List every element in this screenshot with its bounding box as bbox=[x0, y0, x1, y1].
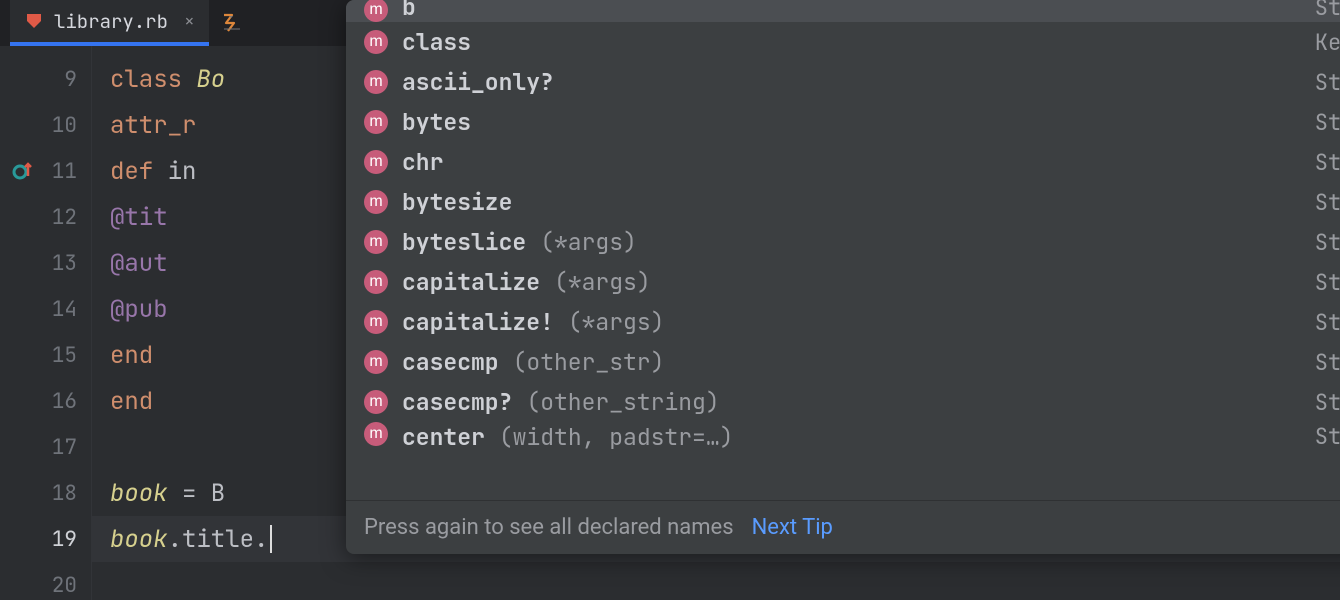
close-icon[interactable]: × bbox=[184, 10, 195, 33]
completion-item[interactable]: mchr String bbox=[346, 142, 1340, 182]
completion-args: (other_string) bbox=[526, 387, 719, 417]
completion-item[interactable]: mcenter (width, padstr=…) String bbox=[346, 422, 1340, 450]
gutter-line: 12 bbox=[0, 194, 91, 240]
completion-item[interactable]: m capitalize! (*args) String bbox=[346, 302, 1340, 342]
editor: 91011121314151617181920 mbStringmclassKe… bbox=[0, 46, 1340, 600]
completion-name: class bbox=[402, 27, 471, 57]
method-icon: m bbox=[364, 230, 388, 254]
completion-args: (*args) bbox=[568, 307, 665, 337]
gutter-line: 14 bbox=[0, 286, 91, 332]
completion-origin: String bbox=[1315, 388, 1340, 417]
method-icon: m bbox=[364, 270, 388, 294]
completion-origin: Kernel bbox=[1315, 28, 1340, 57]
completion-item[interactable]: mclass Kernel bbox=[346, 22, 1340, 62]
gutter-line: 19 bbox=[0, 516, 91, 562]
method-icon: m bbox=[364, 150, 388, 174]
completion-name: bytes bbox=[402, 107, 471, 137]
method-icon: m bbox=[364, 390, 388, 414]
completion-popup: mbStringmclassKernelmascii_only?Stringmb… bbox=[346, 0, 1340, 554]
method-icon: m bbox=[364, 0, 388, 22]
completion-hint: Press again to see all declared names bbox=[364, 515, 734, 540]
gutter-line: 9 bbox=[0, 56, 91, 102]
completion-name: casecmp? bbox=[402, 387, 512, 417]
completion-footer: Press again to see all declared names Ne… bbox=[346, 500, 1340, 554]
completion-origin: String bbox=[1315, 422, 1340, 450]
method-icon: m bbox=[364, 190, 388, 214]
completion-origin: String bbox=[1315, 188, 1340, 217]
completion-name: ascii_only? bbox=[402, 67, 554, 97]
method-icon: m bbox=[364, 110, 388, 134]
gutter-line: 18 bbox=[0, 470, 91, 516]
completion-origin: String bbox=[1315, 348, 1340, 377]
gutter-line: 10 bbox=[0, 102, 91, 148]
completion-name: chr bbox=[402, 147, 443, 177]
completion-item[interactable]: mb String bbox=[346, 0, 1340, 22]
gutter-line: 17 bbox=[0, 424, 91, 470]
completion-origin: String bbox=[1315, 268, 1340, 297]
code-area[interactable]: mbStringmclassKernelmascii_only?Stringmb… bbox=[92, 46, 1340, 600]
gutter-line: 16 bbox=[0, 378, 91, 424]
method-icon: m bbox=[364, 422, 388, 446]
tab-dropdown-button[interactable] bbox=[209, 0, 255, 46]
gutter-line: 15 bbox=[0, 332, 91, 378]
completion-name: byteslice bbox=[402, 227, 526, 257]
completion-list[interactable]: mbStringmclassKernelmascii_only?Stringmb… bbox=[346, 0, 1340, 500]
completion-name: b bbox=[402, 0, 416, 22]
completion-item[interactable]: m casecmp? (other_string) String bbox=[346, 382, 1340, 422]
gutter-line: 20 bbox=[0, 562, 91, 600]
completion-args: (*args) bbox=[554, 267, 651, 297]
method-icon: m bbox=[364, 310, 388, 334]
completion-name: capitalize! bbox=[402, 307, 554, 337]
tab-filename: library.rb bbox=[54, 9, 168, 34]
completion-name: bytesize bbox=[402, 187, 512, 217]
completion-origin: String bbox=[1315, 108, 1340, 137]
completion-name: capitalize bbox=[402, 267, 540, 297]
override-up-icon[interactable] bbox=[12, 160, 34, 182]
completion-item[interactable]: m capitalize (*args) String bbox=[346, 262, 1340, 302]
gutter-line: 11 bbox=[0, 148, 91, 194]
code-line[interactable] bbox=[92, 562, 1340, 600]
method-icon: m bbox=[364, 30, 388, 54]
completion-origin: String bbox=[1315, 68, 1340, 97]
completion-item[interactable]: m bytesize String bbox=[346, 182, 1340, 222]
next-tip-link[interactable]: Next Tip bbox=[752, 515, 833, 540]
method-icon: m bbox=[364, 350, 388, 374]
gutter: 91011121314151617181920 bbox=[0, 46, 92, 600]
completion-name: center bbox=[402, 422, 485, 450]
completion-args: (*args) bbox=[540, 227, 637, 257]
completion-origin: String bbox=[1315, 0, 1340, 22]
method-icon: m bbox=[364, 70, 388, 94]
completion-origin: String bbox=[1315, 308, 1340, 337]
completion-item[interactable]: m ascii_only? String bbox=[346, 62, 1340, 102]
completion-name: casecmp bbox=[402, 347, 499, 377]
completion-item[interactable]: mbytes String bbox=[346, 102, 1340, 142]
completion-item[interactable]: m casecmp (other_str) String bbox=[346, 342, 1340, 382]
completion-item[interactable]: m byteslice (*args) String bbox=[346, 222, 1340, 262]
completion-args: (width, padstr=…) bbox=[499, 422, 734, 450]
editor-tab[interactable]: library.rb × bbox=[10, 0, 209, 46]
completion-args: (other_str) bbox=[513, 347, 665, 377]
completion-origin: String bbox=[1315, 148, 1340, 177]
ruby-file-icon bbox=[24, 11, 44, 31]
gutter-line: 13 bbox=[0, 240, 91, 286]
completion-origin: String bbox=[1315, 228, 1340, 257]
